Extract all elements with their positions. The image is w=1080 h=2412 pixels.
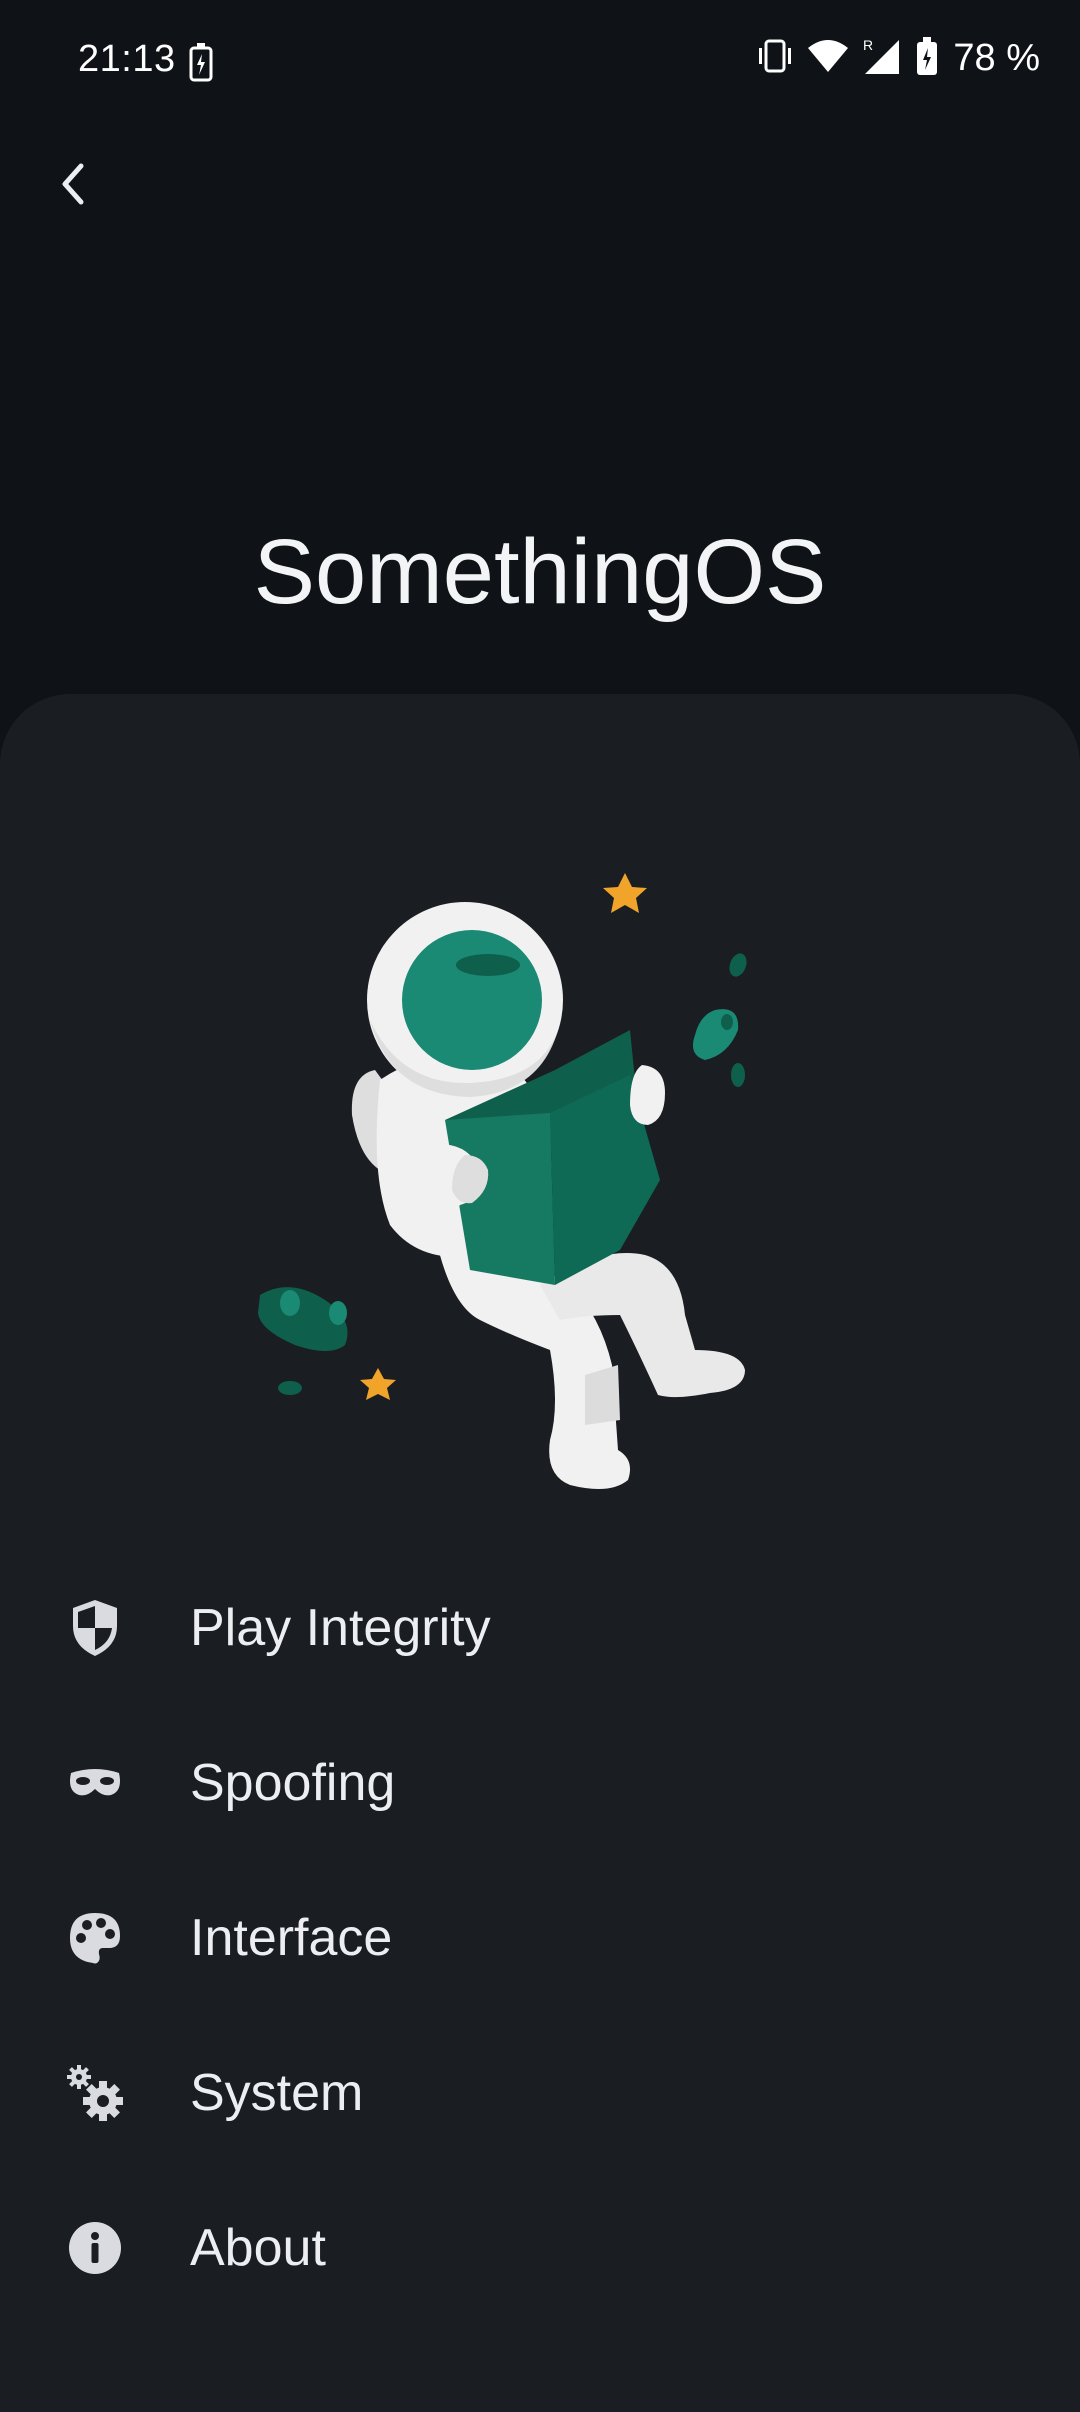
menu-item-label: Spoofing — [190, 1753, 396, 1812]
roaming-signal-icon: R — [861, 36, 903, 81]
chevron-left-icon — [57, 160, 87, 213]
menu-item-label: System — [190, 2063, 364, 2122]
menu-item-label: Interface — [190, 1908, 393, 1967]
mask-icon — [64, 1752, 126, 1814]
page-title: SomethingOS — [253, 521, 827, 623]
menu-item-label: Play Integrity — [190, 1598, 491, 1657]
status-time: 21:13 — [78, 38, 176, 80]
settings-menu: Play Integrity Spoofing Interface System… — [0, 1550, 1080, 2325]
menu-item-label: About — [190, 2218, 326, 2277]
battery-icon — [915, 36, 939, 81]
status-bar: 21:13 R 78 % — [0, 0, 1080, 120]
gears-icon — [64, 2062, 126, 2124]
star-icon — [360, 1368, 396, 1400]
info-icon — [64, 2217, 126, 2279]
back-button[interactable] — [40, 150, 104, 222]
status-icons: R 78 % — [755, 36, 1040, 81]
menu-item-interface[interactable]: Interface — [0, 1860, 1080, 2015]
astronaut-illustration — [240, 845, 840, 1515]
palette-icon — [64, 1907, 126, 1969]
settings-screen: 21:13 R 78 % SomethingOS Play Integrity … — [0, 0, 1080, 2412]
svg-text:R: R — [863, 37, 873, 53]
menu-item-system[interactable]: System — [0, 2015, 1080, 2170]
battery-percentage: 78 % — [953, 37, 1040, 79]
vibrate-icon — [755, 38, 795, 79]
menu-item-spoofing[interactable]: Spoofing — [0, 1705, 1080, 1860]
menu-item-play-integrity[interactable]: Play Integrity — [0, 1550, 1080, 1705]
wifi-icon — [807, 38, 849, 79]
star-icon — [603, 873, 647, 913]
shield-icon — [64, 1597, 126, 1659]
menu-item-about[interactable]: About — [0, 2170, 1080, 2325]
battery-charging-icon — [188, 42, 214, 87]
